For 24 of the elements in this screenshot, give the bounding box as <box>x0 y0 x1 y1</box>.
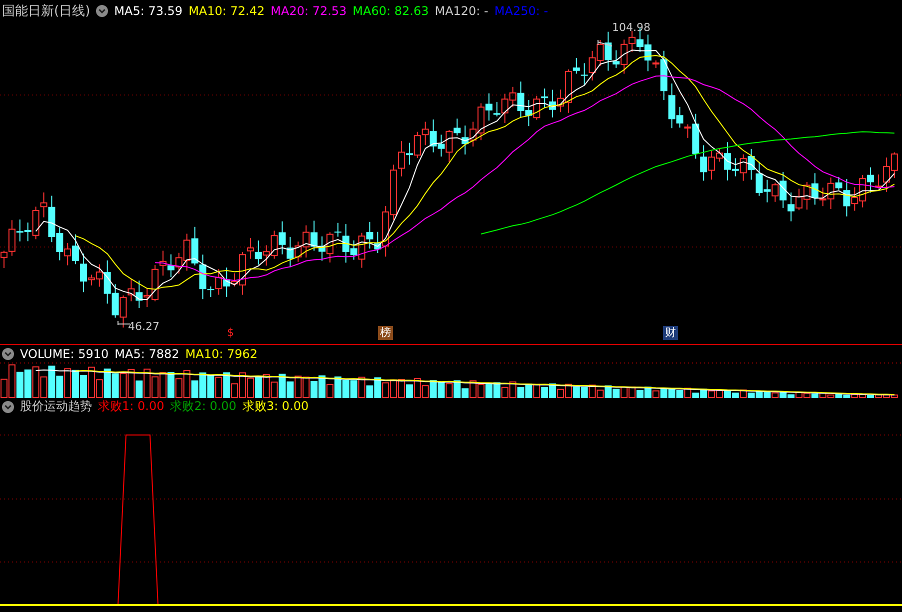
chevron-down-icon[interactable] <box>2 400 14 412</box>
leader-line <box>598 40 612 46</box>
legend-value: MA10: 7962 <box>185 346 258 360</box>
chevron-down-icon[interactable] <box>96 4 108 16</box>
leader-line <box>118 320 130 326</box>
chevron-down-icon[interactable] <box>2 348 14 360</box>
event-marker[interactable]: $ <box>225 326 236 340</box>
legend-value: 求败1: 0.00 <box>98 398 164 415</box>
legend-value: MA5: 7882 <box>114 346 180 360</box>
legend-value: 求败2: 0.00 <box>170 398 236 415</box>
legend-value: MA120: - <box>434 4 488 18</box>
legend-value: MA5: 73.59 <box>114 4 183 18</box>
event-marker[interactable]: 榜 <box>378 326 393 340</box>
legend-value: 求败3: 0.00 <box>242 398 309 415</box>
event-marker[interactable]: 财 <box>663 326 678 340</box>
legend-value: MA60: 82.63 <box>352 4 429 18</box>
indicator-name: 股价运动趋势 <box>20 398 92 415</box>
legend-value: VOLUME: 5910 <box>20 346 109 360</box>
legend-value: MA10: 72.42 <box>188 4 265 18</box>
chart-title: 国能日新(日线) <box>2 2 90 20</box>
legend-value: MA20: 72.53 <box>270 4 347 18</box>
high-price-label: 104.98 <box>612 21 650 34</box>
legend-value: MA250: - <box>494 4 548 18</box>
low-price-label: 46.27 <box>128 320 160 333</box>
